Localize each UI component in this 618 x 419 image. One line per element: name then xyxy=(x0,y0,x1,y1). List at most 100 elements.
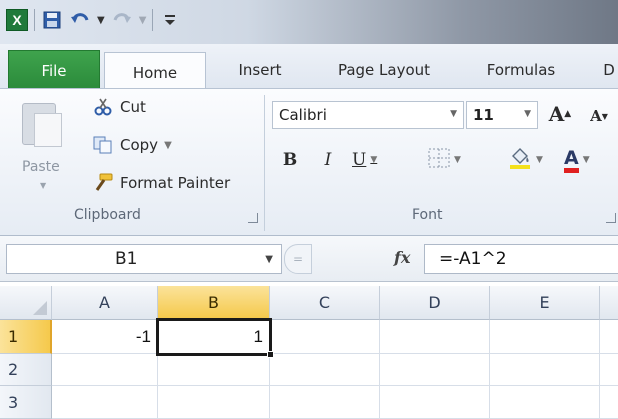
tab-page-layout[interactable]: Page Layout xyxy=(314,50,454,90)
name-box-value: B1 xyxy=(115,249,138,269)
copy-button[interactable]: Copy ▼ xyxy=(92,135,172,155)
select-all-corner[interactable] xyxy=(0,286,52,320)
cell-d3[interactable] xyxy=(380,386,490,419)
underline-label: U xyxy=(352,150,367,170)
formula-value: =-A1^2 xyxy=(439,249,507,269)
column-header-d[interactable]: D xyxy=(380,286,490,320)
tab-data[interactable]: D xyxy=(600,50,618,90)
cell-e3[interactable] xyxy=(490,386,600,419)
cut-button[interactable]: Cut xyxy=(92,97,146,117)
copy-label: Copy xyxy=(120,136,159,154)
chevron-down-icon[interactable]: ▼ xyxy=(265,254,273,265)
cell-b2[interactable] xyxy=(158,356,270,386)
borders-button[interactable]: ▼ xyxy=(428,147,488,173)
font-color-button[interactable]: A ▼ xyxy=(564,147,618,173)
font-size-value: 11 xyxy=(473,106,494,124)
shrink-font-icon: ▼ xyxy=(601,111,608,121)
clipboard-dialog-launcher-icon[interactable] xyxy=(248,213,258,223)
chevron-down-icon: ▼ xyxy=(524,109,531,119)
copy-icon xyxy=(92,135,114,155)
cell-a3[interactable] xyxy=(52,386,158,419)
tab-formulas[interactable]: Formulas xyxy=(466,50,576,90)
tab-file[interactable]: File xyxy=(8,50,100,90)
paste-label: Paste xyxy=(22,159,60,175)
column-header-partial[interactable] xyxy=(600,286,618,320)
ribbon-home: Paste ▼ Cut Copy ▼ Format Painter Clipbo… xyxy=(0,88,618,236)
title-bar: X ▼ ▼ xyxy=(0,0,618,44)
cell-b1[interactable]: 1 xyxy=(156,318,272,356)
fill-handle[interactable] xyxy=(267,351,274,358)
font-size-select[interactable]: 11 ▼ xyxy=(466,101,538,129)
shrink-font-label: A xyxy=(590,107,602,125)
paste-sheet-icon xyxy=(34,113,62,147)
shrink-font-button[interactable]: A ▼ xyxy=(584,103,614,129)
font-name-select[interactable]: Calibri ▼ xyxy=(272,101,464,129)
cell-e2[interactable] xyxy=(490,354,600,386)
undo-icon[interactable] xyxy=(69,9,91,31)
font-group-label: Font xyxy=(412,207,443,223)
formula-input[interactable]: =-A1^2 xyxy=(424,244,618,274)
chevron-down-icon: ▼ xyxy=(582,155,590,165)
tab-home[interactable]: Home xyxy=(104,52,206,92)
chevron-down-icon: ▼ xyxy=(450,109,457,119)
toolbar-divider xyxy=(34,9,35,31)
paste-dropdown-icon[interactable]: ▼ xyxy=(40,181,46,190)
row-header-3[interactable]: 3 xyxy=(0,386,52,419)
cell-c1[interactable] xyxy=(272,320,380,354)
paste-button[interactable]: Paste ▼ xyxy=(14,97,70,197)
chevron-down-icon: ▼ xyxy=(454,155,461,165)
insert-function-icon[interactable]: fx xyxy=(394,248,410,267)
redo-dropdown-icon[interactable]: ▼ xyxy=(139,15,147,26)
worksheet-grid: A B C D E 1 2 3 -1 1 xyxy=(0,286,618,419)
cell-d2[interactable] xyxy=(380,354,490,386)
format-painter-label: Format Painter xyxy=(120,174,231,192)
toolbar-divider xyxy=(152,9,154,31)
tab-insert[interactable]: Insert xyxy=(212,50,308,90)
paint-bucket-icon xyxy=(508,147,532,174)
name-box[interactable]: B1 ▼ xyxy=(6,244,282,274)
cell-a2[interactable] xyxy=(52,354,158,386)
font-name-value: Calibri xyxy=(279,106,327,124)
column-header-a[interactable]: A xyxy=(52,286,158,320)
excel-logo-icon[interactable]: X xyxy=(6,9,28,31)
column-header-e[interactable]: E xyxy=(490,286,600,320)
customize-toolbar-icon[interactable] xyxy=(159,9,181,31)
cell-d1[interactable] xyxy=(380,320,490,354)
format-painter-button[interactable]: Format Painter xyxy=(92,173,230,193)
select-all-icon xyxy=(33,301,47,315)
scissors-icon xyxy=(92,97,114,117)
clipboard-group-label: Clipboard xyxy=(74,207,141,223)
formula-bar: B1 ▼ = fx =-A1^2 xyxy=(0,236,618,282)
column-header-c[interactable]: C xyxy=(270,286,380,320)
cell-f3[interactable] xyxy=(600,386,618,419)
copy-dropdown-icon[interactable]: ▼ xyxy=(164,140,172,151)
cut-label: Cut xyxy=(120,98,146,116)
row-header-2[interactable]: 2 xyxy=(0,354,52,386)
cell-f1[interactable] xyxy=(600,320,618,354)
grow-font-label: A xyxy=(548,102,565,126)
borders-icon xyxy=(428,148,450,173)
quick-access-toolbar: X ▼ ▼ xyxy=(6,9,181,31)
grow-font-icon: ▲ xyxy=(564,109,572,119)
cell-f2[interactable] xyxy=(600,354,618,386)
font-dialog-launcher-icon[interactable] xyxy=(606,213,616,223)
bold-button[interactable]: B xyxy=(278,147,302,173)
italic-button[interactable]: I xyxy=(316,147,340,173)
row-header-1[interactable]: 1 xyxy=(0,320,52,354)
cell-c2[interactable] xyxy=(270,354,380,386)
column-header-b[interactable]: B xyxy=(158,286,270,320)
undo-dropdown-icon[interactable]: ▼ xyxy=(97,15,105,26)
underline-button[interactable]: U ▼ xyxy=(352,147,398,173)
chevron-down-icon: ▼ xyxy=(536,155,543,165)
save-icon[interactable] xyxy=(41,9,63,31)
ribbon-tab-row: File Home Insert Page Layout Formulas D xyxy=(0,44,618,92)
grow-font-button[interactable]: A ▲ xyxy=(546,101,574,127)
format-painter-icon xyxy=(92,173,114,193)
redo-icon[interactable] xyxy=(111,9,133,31)
cell-a1[interactable]: -1 xyxy=(52,320,158,354)
formula-bar-resize-icon[interactable]: = xyxy=(284,244,312,274)
cell-e1[interactable] xyxy=(490,320,600,354)
cell-c3[interactable] xyxy=(270,386,380,419)
cell-b3[interactable] xyxy=(158,386,270,419)
fill-color-button[interactable]: ▼ xyxy=(508,147,556,173)
